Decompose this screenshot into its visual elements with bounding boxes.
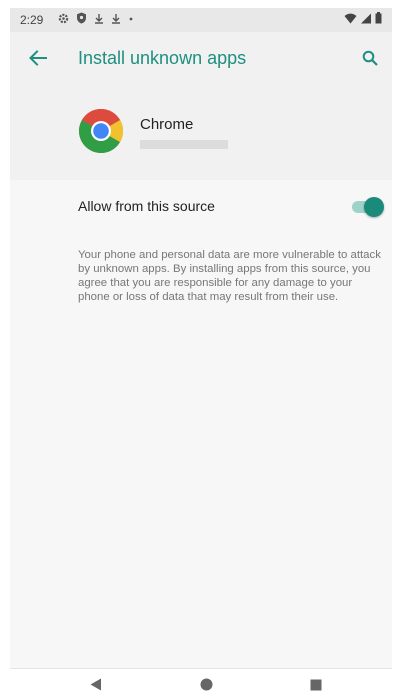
warning-text: Your phone and personal data are more vu… [78,249,381,303]
wifi-icon [344,13,357,24]
toolbar: Install unknown apps [10,32,392,88]
nav-back-button[interactable] [86,677,106,697]
status-time: 2:29 [20,13,44,27]
app-version-placeholder [140,140,228,149]
phone-frame: 2:29 Install unknown apps Chrome Allow f… [0,0,402,700]
settings-icon [58,13,69,27]
back-button[interactable] [24,46,52,74]
chrome-icon [78,108,124,154]
search-button[interactable] [356,46,384,74]
search-icon [362,50,378,71]
signal-icon [361,13,371,24]
app-name: Chrome [140,116,194,133]
switch-thumb [364,197,384,217]
battery-icon [375,12,382,24]
shield-icon [76,12,87,27]
nav-home-button[interactable] [196,677,216,697]
download-icon [94,13,104,27]
status-system-icons [344,12,382,24]
recents-square-icon [310,678,322,696]
arrow-back-icon [29,49,47,71]
nav-recents-button[interactable] [306,677,326,697]
navigation-bar [10,668,392,700]
screen: 2:29 Install unknown apps Chrome Allow f… [10,8,392,700]
status-bar: 2:29 [10,8,392,32]
settings-body: Allow from this source Your phone and pe… [10,180,392,668]
allow-from-source-label: Allow from this source [78,198,215,214]
app-header: Chrome [10,88,392,180]
page-title: Install unknown apps [78,48,247,68]
dot-icon [128,13,134,27]
home-circle-icon [200,678,213,696]
allow-from-source-row[interactable]: Allow from this source [10,180,392,232]
back-triangle-icon [90,678,102,696]
allow-from-source-switch[interactable] [352,195,386,217]
download-icon [111,13,121,27]
status-notification-icons [58,12,134,27]
